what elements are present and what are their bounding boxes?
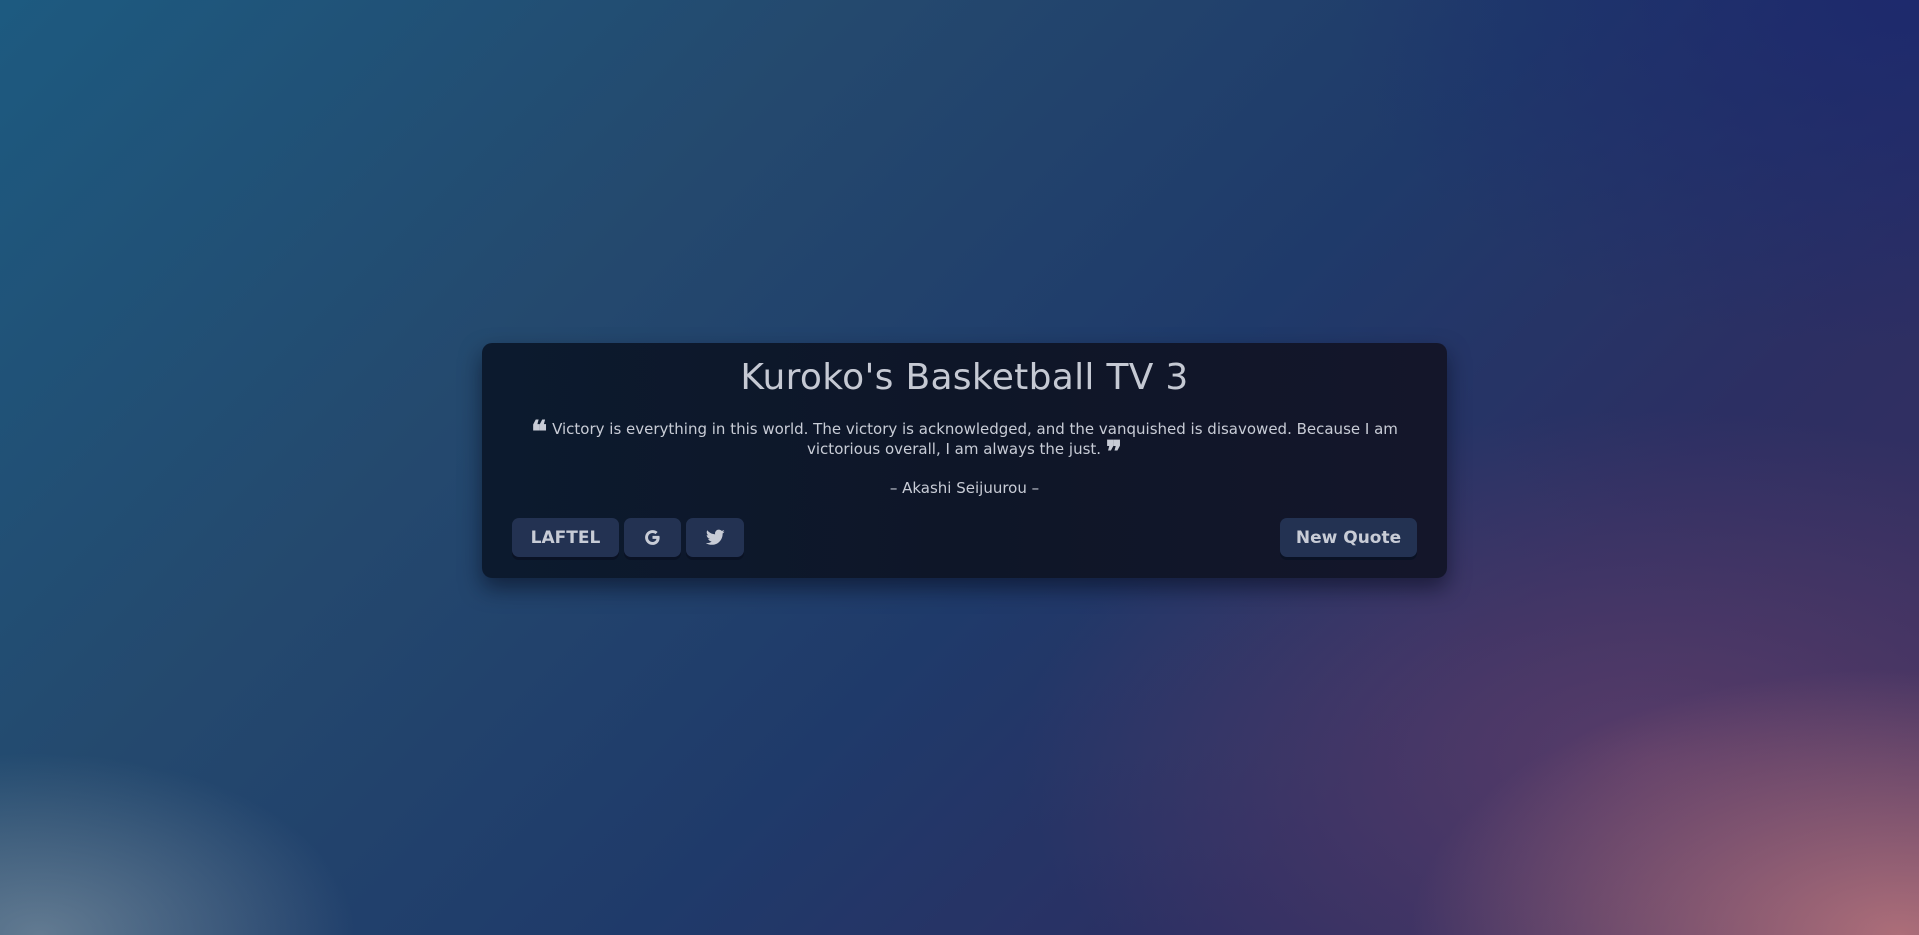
twitter-share-button[interactable] — [686, 518, 744, 557]
new-quote-button[interactable]: New Quote — [1280, 518, 1417, 557]
twitter-icon — [705, 529, 725, 546]
google-search-button[interactable] — [624, 518, 681, 557]
quote-author: – Akashi Seijuurou – — [889, 479, 1040, 497]
new-quote-button-label: New Quote — [1295, 527, 1402, 548]
anime-title: Kuroko's Basketball TV 3 — [740, 357, 1189, 398]
laftel-button-label: LAFTEL — [530, 527, 601, 548]
quote-text-block: ❝ Victory is everything in this world. T… — [512, 418, 1417, 468]
close-quote-icon: ❞ — [1105, 435, 1122, 470]
quote-card: Kuroko's Basketball TV 3 ❝ Victory is ev… — [482, 343, 1447, 578]
laftel-button[interactable]: LAFTEL — [512, 518, 619, 557]
google-icon — [643, 528, 662, 547]
quote-text: Victory is everything in this world. The… — [552, 420, 1398, 458]
open-quote-icon: ❝ — [531, 415, 548, 450]
